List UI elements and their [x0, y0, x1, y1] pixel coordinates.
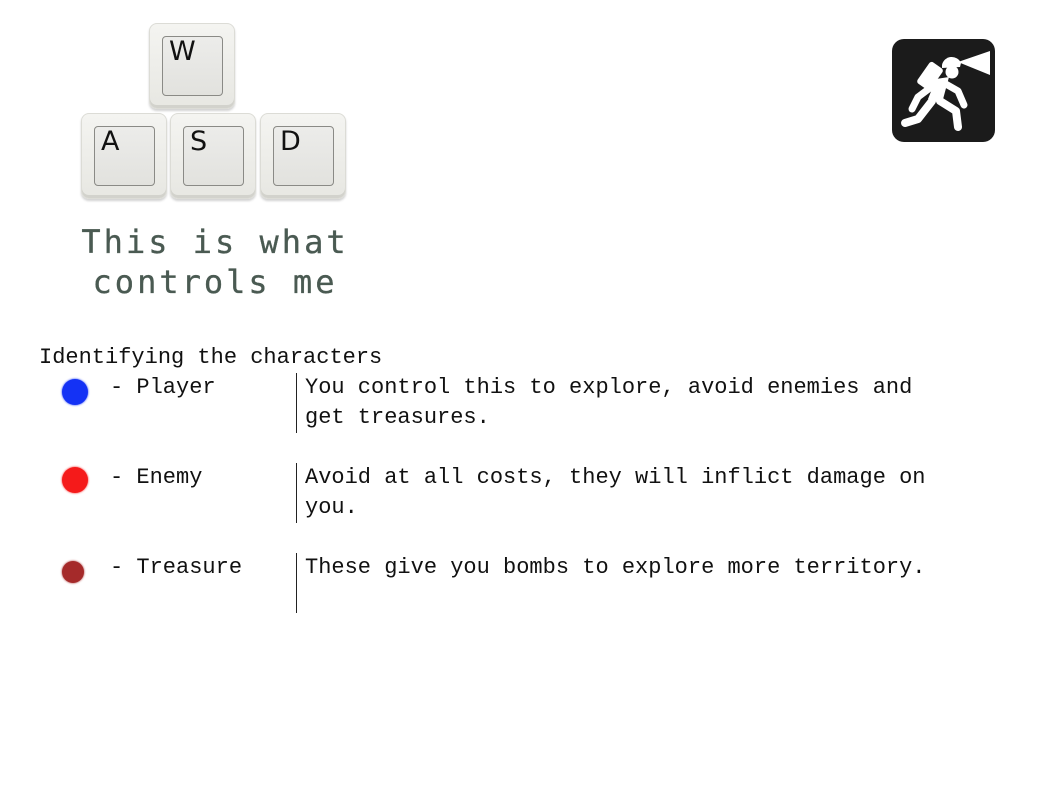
enemy-description: Avoid at all costs, they will inflict da… — [296, 463, 1026, 523]
treasure-description-line1: These give you bombs to explore more ter… — [296, 553, 1026, 583]
player-label: - Player — [110, 375, 216, 400]
player-description: You control this to explore, avoid enemi… — [296, 373, 1026, 433]
enemy-dot-icon — [62, 467, 88, 493]
treasure-description: These give you bombs to explore more ter… — [296, 553, 1026, 613]
legend-heading: Identifying the characters — [39, 345, 383, 370]
explorer-with-headlamp-icon — [892, 39, 995, 142]
enemy-description-line1: Avoid at all costs, they will inflict da… — [296, 463, 1026, 493]
player-dot-icon — [62, 379, 88, 405]
player-description-line1: You control this to explore, avoid enemi… — [296, 373, 1026, 403]
d-key: D — [260, 113, 346, 199]
w-key: W — [149, 23, 235, 109]
treasure-description-line2 — [296, 583, 1026, 613]
w-key-cap: W — [162, 36, 223, 96]
w-key-letter: W — [169, 36, 196, 67]
explorer-figure-icon — [901, 51, 990, 131]
controls-caption-line2: controls me — [92, 263, 338, 301]
a-key: A — [81, 113, 167, 199]
treasure-dot-icon — [62, 561, 84, 583]
a-key-cap: A — [94, 126, 155, 186]
d-key-cap: D — [273, 126, 334, 186]
player-description-line2: get treasures. — [296, 403, 1026, 433]
enemy-description-line2: you. — [296, 493, 1026, 523]
enemy-label: - Enemy — [110, 465, 203, 490]
s-key-cap: S — [183, 126, 244, 186]
s-key-letter: S — [190, 126, 208, 157]
a-key-letter: A — [101, 126, 120, 157]
controls-caption-line1: This is what — [81, 223, 349, 261]
controls-caption: This is what controls me — [20, 222, 410, 302]
d-key-letter: D — [280, 126, 301, 157]
s-key: S — [170, 113, 256, 199]
treasure-label: - Treasure — [110, 555, 243, 580]
